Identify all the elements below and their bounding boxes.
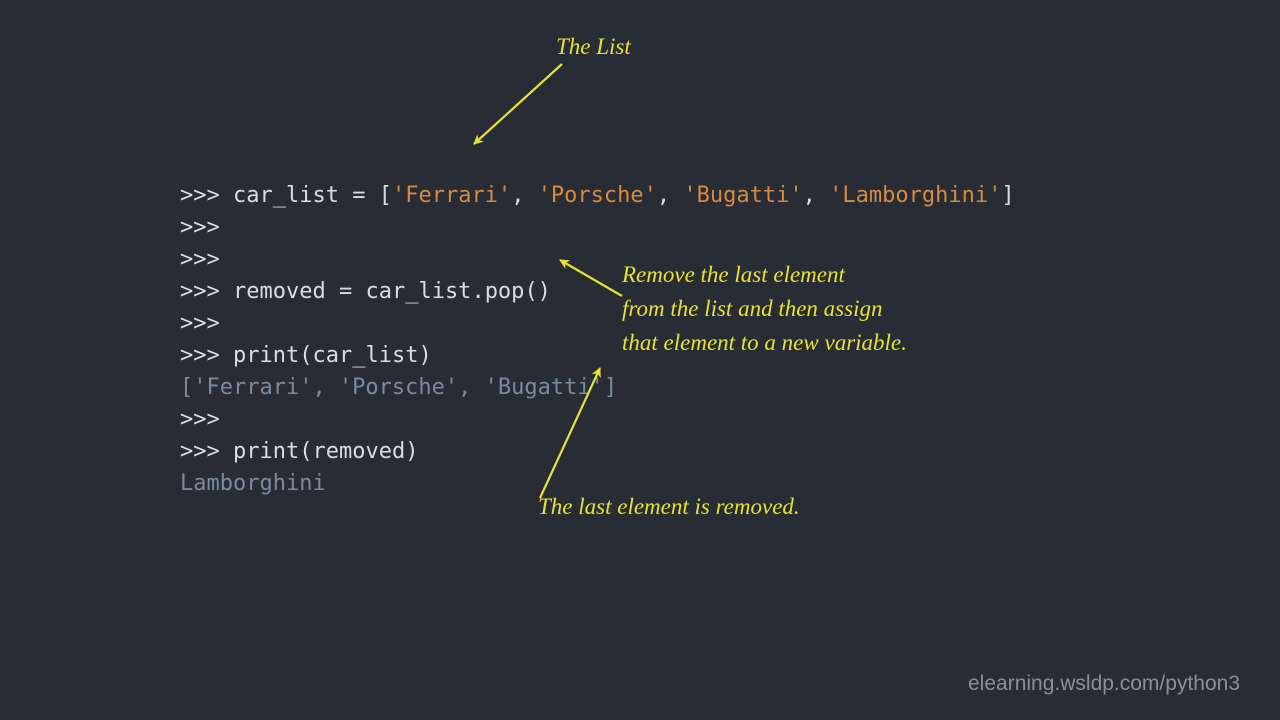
prompt: >>>: [180, 343, 220, 368]
list-item-4: 'Lamborghini': [829, 183, 1001, 208]
output-list: ['Ferrari', 'Porsche', 'Bugatti']: [180, 375, 617, 400]
prompt: >>>: [180, 183, 220, 208]
annotation-the-list: The List: [556, 30, 631, 64]
fn-print: print: [233, 439, 299, 464]
list-item-2: 'Porsche': [538, 183, 657, 208]
annotation-remove-last: Remove the last element from the list an…: [622, 258, 907, 360]
fn-print: print: [233, 343, 299, 368]
arrow-to-list: [474, 64, 562, 144]
list-item-3: 'Bugatti': [683, 183, 802, 208]
prompt: >>>: [180, 279, 220, 304]
prompt: >>>: [180, 247, 220, 272]
prompt: >>>: [180, 407, 220, 432]
annotation-last-removed: The last element is removed.: [538, 490, 800, 524]
method-pop: pop: [485, 279, 525, 304]
var-removed: removed: [233, 279, 326, 304]
prompt: >>>: [180, 215, 220, 240]
list-item-1: 'Ferrari': [392, 183, 511, 208]
output-removed: Lamborghini: [180, 471, 326, 496]
footer-credit: elearning.wsldp.com/python3: [968, 672, 1240, 696]
var-car-list: car_list: [233, 183, 339, 208]
prompt: >>>: [180, 439, 220, 464]
prompt: >>>: [180, 311, 220, 336]
